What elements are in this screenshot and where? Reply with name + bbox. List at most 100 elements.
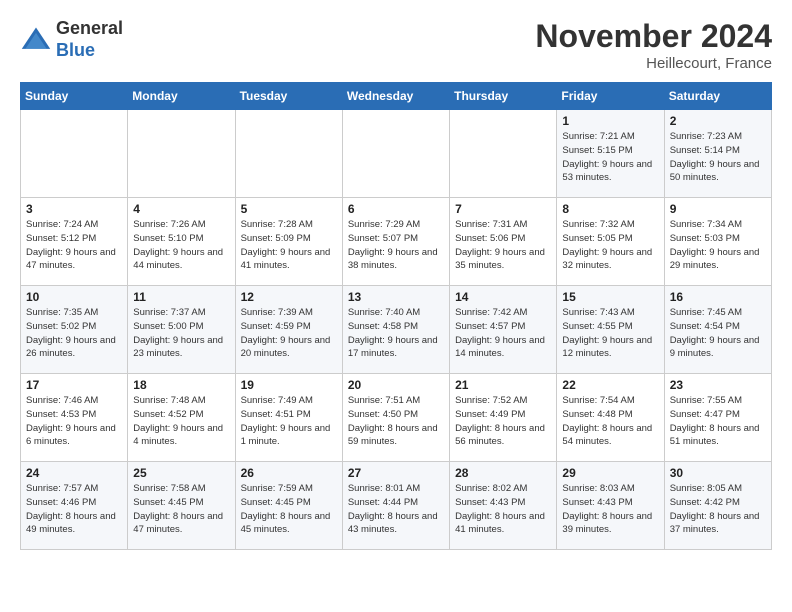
day-detail: Sunrise: 7:57 AM Sunset: 4:46 PM Dayligh… (26, 482, 122, 537)
day-number: 20 (348, 378, 444, 392)
day-cell: 3Sunrise: 7:24 AM Sunset: 5:12 PM Daylig… (21, 198, 128, 286)
day-number: 28 (455, 466, 551, 480)
col-header-tuesday: Tuesday (235, 83, 342, 110)
day-number: 15 (562, 290, 658, 304)
header: General Blue November 2024 Heillecourt, … (20, 18, 772, 72)
col-header-saturday: Saturday (664, 83, 771, 110)
day-detail: Sunrise: 7:40 AM Sunset: 4:58 PM Dayligh… (348, 306, 444, 361)
day-cell: 13Sunrise: 7:40 AM Sunset: 4:58 PM Dayli… (342, 286, 449, 374)
day-cell: 8 Sunrise: 7:32 AM Sunset: 5:05 PM Daylig… (557, 198, 664, 286)
day-detail: Sunrise: 7:54 AM Sunset: 4:48 PM Dayligh… (562, 394, 658, 449)
day-number: 14 (455, 290, 551, 304)
day-cell: 14 Sunrise: 7:42 AM Sunset: 4:57 PM Dayli… (450, 286, 557, 374)
day-number: 27 (348, 466, 444, 480)
day-cell: 24 Sunrise: 7:57 AM Sunset: 4:46 PM Dayli… (21, 462, 128, 550)
day-cell: 15 Sunrise: 7:43 AM Sunset: 4:55 PM Dayli… (557, 286, 664, 374)
day-number: 25 (133, 466, 229, 480)
calendar-page: General Blue November 2024 Heillecourt, … (0, 0, 792, 560)
day-detail: Sunrise: 7:58 AM Sunset: 4:45 PM Dayligh… (133, 482, 229, 537)
day-detail: Sunrise: 7:45 AM Sunset: 4:54 PM Dayligh… (670, 306, 766, 361)
day-cell: 10 Sunrise: 7:35 AM Sunset: 5:02 PM Dayli… (21, 286, 128, 374)
calendar-table: SundayMondayTuesdayWednesdayThursdayFrid… (20, 82, 772, 550)
week-row-2: 3Sunrise: 7:24 AM Sunset: 5:12 PM Daylig… (21, 198, 772, 286)
day-cell: 16 Sunrise: 7:45 AM Sunset: 4:54 PM Dayli… (664, 286, 771, 374)
day-number: 18 (133, 378, 229, 392)
day-detail: Sunrise: 7:48 AM Sunset: 4:52 PM Dayligh… (133, 394, 229, 449)
month-title: November 2024 (535, 18, 772, 55)
day-detail: Sunrise: 7:43 AM Sunset: 4:55 PM Dayligh… (562, 306, 658, 361)
day-number: 8 (562, 202, 658, 216)
day-cell: 11 Sunrise: 7:37 AM Sunset: 5:00 PM Dayli… (128, 286, 235, 374)
day-detail: Sunrise: 7:23 AM Sunset: 5:14 PM Dayligh… (670, 130, 766, 185)
day-cell: 9 Sunrise: 7:34 AM Sunset: 5:03 PM Daylig… (664, 198, 771, 286)
day-detail: Sunrise: 7:34 AM Sunset: 5:03 PM Dayligh… (670, 218, 766, 273)
day-number: 19 (241, 378, 337, 392)
day-number: 23 (670, 378, 766, 392)
logo: General Blue (20, 18, 123, 61)
day-cell: 7 Sunrise: 7:31 AM Sunset: 5:06 PM Daylig… (450, 198, 557, 286)
day-cell: 6 Sunrise: 7:29 AM Sunset: 5:07 PM Daylig… (342, 198, 449, 286)
day-cell (21, 110, 128, 198)
day-detail: Sunrise: 7:42 AM Sunset: 4:57 PM Dayligh… (455, 306, 551, 361)
day-number: 17 (26, 378, 122, 392)
day-detail: Sunrise: 7:32 AM Sunset: 5:05 PM Dayligh… (562, 218, 658, 273)
day-detail: Sunrise: 7:52 AM Sunset: 4:49 PM Dayligh… (455, 394, 551, 449)
day-detail: Sunrise: 7:35 AM Sunset: 5:02 PM Dayligh… (26, 306, 122, 361)
day-cell: 19 Sunrise: 7:49 AM Sunset: 4:51 PM Dayli… (235, 374, 342, 462)
day-cell: 18 Sunrise: 7:48 AM Sunset: 4:52 PM Dayli… (128, 374, 235, 462)
day-cell: 12Sunrise: 7:39 AM Sunset: 4:59 PM Dayli… (235, 286, 342, 374)
col-header-monday: Monday (128, 83, 235, 110)
col-header-thursday: Thursday (450, 83, 557, 110)
day-cell (450, 110, 557, 198)
day-number: 16 (670, 290, 766, 304)
day-cell (342, 110, 449, 198)
day-detail: Sunrise: 7:21 AM Sunset: 5:15 PM Dayligh… (562, 130, 658, 185)
day-detail: Sunrise: 7:37 AM Sunset: 5:00 PM Dayligh… (133, 306, 229, 361)
day-detail: Sunrise: 7:49 AM Sunset: 4:51 PM Dayligh… (241, 394, 337, 449)
day-cell (128, 110, 235, 198)
day-detail: Sunrise: 7:31 AM Sunset: 5:06 PM Dayligh… (455, 218, 551, 273)
day-number: 12 (241, 290, 337, 304)
day-number: 3 (26, 202, 122, 216)
day-number: 4 (133, 202, 229, 216)
day-number: 11 (133, 290, 229, 304)
col-header-sunday: Sunday (21, 83, 128, 110)
day-number: 2 (670, 114, 766, 128)
day-cell: 23 Sunrise: 7:55 AM Sunset: 4:47 PM Dayli… (664, 374, 771, 462)
day-detail: Sunrise: 7:29 AM Sunset: 5:07 PM Dayligh… (348, 218, 444, 273)
day-number: 29 (562, 466, 658, 480)
day-detail: Sunrise: 7:28 AM Sunset: 5:09 PM Dayligh… (241, 218, 337, 273)
location: Heillecourt, France (535, 55, 772, 72)
day-cell: 4Sunrise: 7:26 AM Sunset: 5:10 PM Daylig… (128, 198, 235, 286)
day-number: 7 (455, 202, 551, 216)
day-cell: 26 Sunrise: 7:59 AM Sunset: 4:45 PM Dayli… (235, 462, 342, 550)
title-block: November 2024 Heillecourt, France (535, 18, 772, 72)
day-detail: Sunrise: 7:55 AM Sunset: 4:47 PM Dayligh… (670, 394, 766, 449)
day-number: 9 (670, 202, 766, 216)
day-cell: 21 Sunrise: 7:52 AM Sunset: 4:49 PM Dayli… (450, 374, 557, 462)
day-number: 21 (455, 378, 551, 392)
col-header-wednesday: Wednesday (342, 83, 449, 110)
day-cell: 1 Sunrise: 7:21 AM Sunset: 5:15 PM Daylig… (557, 110, 664, 198)
day-detail: Sunrise: 7:51 AM Sunset: 4:50 PM Dayligh… (348, 394, 444, 449)
logo-blue: Blue (56, 40, 95, 60)
day-number: 6 (348, 202, 444, 216)
day-cell: 22Sunrise: 7:54 AM Sunset: 4:48 PM Dayli… (557, 374, 664, 462)
day-detail: Sunrise: 8:01 AM Sunset: 4:44 PM Dayligh… (348, 482, 444, 537)
week-row-5: 24 Sunrise: 7:57 AM Sunset: 4:46 PM Dayli… (21, 462, 772, 550)
day-number: 26 (241, 466, 337, 480)
day-cell: 25 Sunrise: 7:58 AM Sunset: 4:45 PM Dayli… (128, 462, 235, 550)
week-row-1: 1 Sunrise: 7:21 AM Sunset: 5:15 PM Daylig… (21, 110, 772, 198)
day-detail: Sunrise: 7:46 AM Sunset: 4:53 PM Dayligh… (26, 394, 122, 449)
col-header-friday: Friday (557, 83, 664, 110)
day-number: 10 (26, 290, 122, 304)
day-detail: Sunrise: 8:02 AM Sunset: 4:43 PM Dayligh… (455, 482, 551, 537)
day-cell: 20 Sunrise: 7:51 AM Sunset: 4:50 PM Dayli… (342, 374, 449, 462)
day-cell: 28 Sunrise: 8:02 AM Sunset: 4:43 PM Dayli… (450, 462, 557, 550)
day-detail: Sunrise: 8:05 AM Sunset: 4:42 PM Dayligh… (670, 482, 766, 537)
header-row: SundayMondayTuesdayWednesdayThursdayFrid… (21, 83, 772, 110)
day-detail: Sunrise: 7:59 AM Sunset: 4:45 PM Dayligh… (241, 482, 337, 537)
day-cell: 29Sunrise: 8:03 AM Sunset: 4:43 PM Dayli… (557, 462, 664, 550)
day-number: 1 (562, 114, 658, 128)
day-number: 24 (26, 466, 122, 480)
